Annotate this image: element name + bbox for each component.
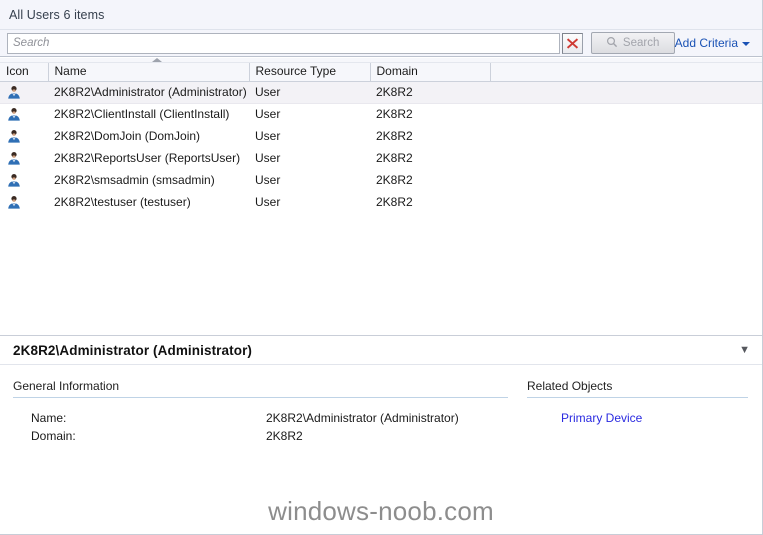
section-divider (527, 397, 748, 398)
watermark: windows-noob.com (268, 496, 494, 526)
table-row[interactable]: 2K8R2\smsadmin (smsadmin) User 2K8R2 (0, 169, 762, 191)
cell-resource-type: User (255, 107, 281, 122)
table-row[interactable]: 2K8R2\DomJoin (DomJoin) User 2K8R2 (0, 125, 762, 147)
cell-name: 2K8R2\DomJoin (DomJoin) (54, 129, 201, 143)
column-header-resource-type[interactable]: Resource Type (249, 63, 371, 82)
general-information-section: General Information Name: 2K8R2\Administr… (0, 379, 520, 445)
cell-domain: 2K8R2 (376, 107, 413, 122)
table-row[interactable]: 2K8R2\ClientInstall (ClientInstall) User 2… (0, 103, 762, 125)
detail-field-value: 2K8R2 (266, 429, 303, 443)
table-row[interactable]: 2K8R2\ReportsUser (ReportsUser) User 2K8R2 (0, 147, 762, 169)
cell-resource-type: User (255, 173, 281, 187)
page-title: All Users 6 items (9, 7, 105, 22)
add-criteria-button[interactable]: Add Criteria (675, 36, 756, 50)
cell-name: 2K8R2\ClientInstall (ClientInstall) (54, 107, 230, 122)
column-header-domain[interactable]: Domain (370, 63, 491, 82)
cell-name: 2K8R2\ReportsUser (ReportsUser) (54, 151, 241, 165)
cell-domain: 2K8R2 (376, 195, 413, 209)
cell-resource-type: User (255, 129, 281, 143)
detail-title: 2K8R2\Administrator (Administrator) (13, 342, 253, 358)
search-button-label: Search (622, 37, 660, 49)
cell-resource-type: User (255, 151, 281, 165)
column-header-icon[interactable]: Icon (0, 63, 49, 82)
user-icon (0, 191, 48, 213)
cell-domain: 2K8R2 (376, 151, 413, 165)
detail-field: Domain: 2K8R2 (13, 427, 520, 445)
caret-down-icon (742, 42, 750, 46)
search-toolbar: Search Add Criteria (0, 30, 762, 57)
table-row[interactable]: 2K8R2\Administrator (Administrator) User 2… (0, 80, 762, 104)
magnifier-icon (606, 36, 618, 51)
detail-pane-header: 2K8R2\Administrator (Administrator) ▼ (0, 336, 762, 365)
cell-domain: 2K8R2 (370, 80, 490, 104)
table-row[interactable]: 2K8R2\testuser (testuser) User 2K8R2 (0, 191, 762, 213)
cell-spacer (490, 169, 762, 191)
column-header-name[interactable]: Name (48, 63, 250, 82)
users-list-panel: Icon Name Resource Type Domain 2K8R2\Adm… (0, 58, 762, 336)
detail-field-label: Domain: (31, 429, 76, 443)
cell-domain: 2K8R2 (376, 129, 413, 143)
cell-name: 2K8R2\smsadmin (smsadmin) (54, 173, 215, 187)
sort-indicator-band (0, 58, 762, 63)
related-object-link[interactable]: Primary Device (527, 411, 642, 425)
add-criteria-label: Add Criteria (674, 36, 738, 50)
cell-name: 2K8R2\testuser (testuser) (54, 195, 191, 209)
cell-spacer (490, 103, 762, 125)
user-icon (0, 80, 48, 104)
sort-ascending-icon (152, 58, 162, 62)
detail-field: Name: 2K8R2\Administrator (Administrator) (13, 409, 520, 427)
clear-search-button[interactable] (561, 32, 583, 54)
users-table: Icon Name Resource Type Domain 2K8R2\Adm… (0, 63, 762, 213)
search-button[interactable]: Search (590, 32, 675, 54)
related-objects-section: Related Objects Primary Device (520, 379, 762, 445)
user-icon (0, 147, 48, 169)
cell-spacer (490, 147, 762, 169)
related-objects-links: Primary Device (527, 409, 748, 427)
chevron-down-icon[interactable]: ▼ (739, 344, 750, 356)
user-icon (0, 169, 48, 191)
red-x-icon (566, 37, 579, 50)
column-header-spacer (490, 63, 762, 82)
cell-resource-type: User (255, 195, 281, 209)
detail-pane-body: General Information Name: 2K8R2\Administr… (0, 365, 762, 445)
user-icon (0, 103, 48, 125)
users-table-body: 2K8R2\Administrator (Administrator) User 2… (0, 80, 762, 213)
cell-spacer (490, 191, 762, 213)
user-icon (0, 125, 48, 147)
general-information-fields: Name: 2K8R2\Administrator (Administrator)… (13, 409, 520, 445)
table-header-row: Icon Name Resource Type Domain (0, 63, 762, 82)
cell-domain: 2K8R2 (376, 173, 413, 187)
cell-spacer (490, 80, 762, 104)
all-users-view: All Users 6 items Search Add Criteria (0, 0, 763, 535)
cell-name: 2K8R2\Administrator (Administrator) (48, 80, 249, 104)
detail-field-label: Name: (31, 411, 67, 425)
general-information-title: General Information (13, 379, 120, 393)
cell-spacer (490, 125, 762, 147)
detail-field-value: 2K8R2\Administrator (Administrator) (266, 411, 459, 425)
related-objects-title: Related Objects (527, 379, 613, 393)
cell-resource-type: User (249, 80, 370, 104)
section-divider (13, 397, 508, 398)
view-title-bar: All Users 6 items (0, 0, 762, 30)
search-input[interactable] (7, 32, 560, 54)
